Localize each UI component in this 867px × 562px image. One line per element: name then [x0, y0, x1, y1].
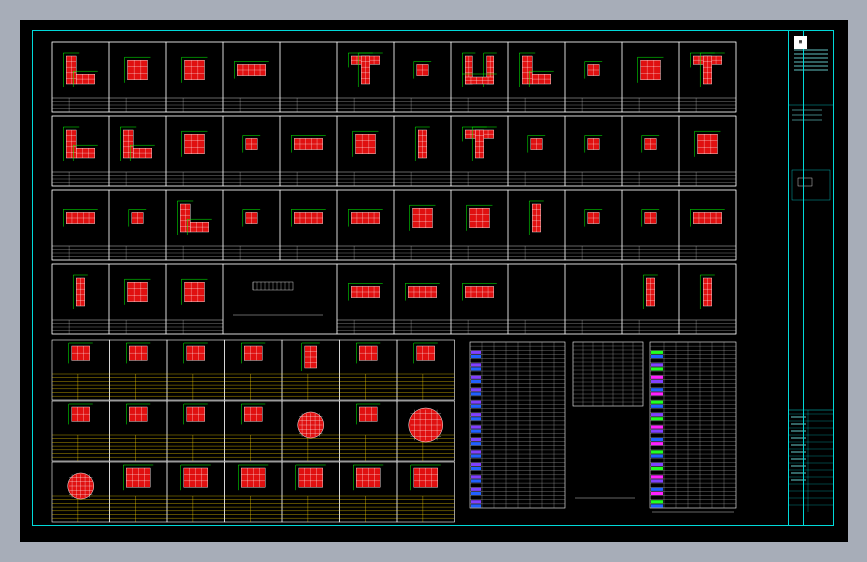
title-block: ▦: [788, 30, 834, 526]
drawing-sheet-border: [32, 30, 804, 526]
company-logo-icon: ▦: [794, 36, 807, 49]
cad-model-space-viewport[interactable]: ▦: [20, 20, 848, 542]
